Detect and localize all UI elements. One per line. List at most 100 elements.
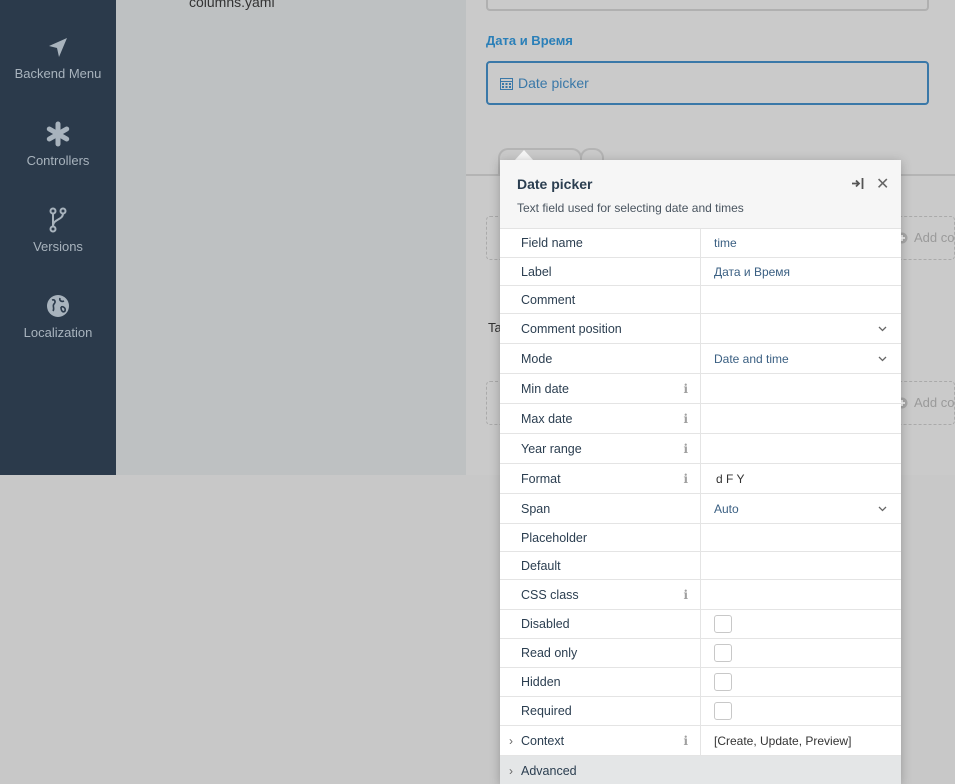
info-icon[interactable]: i [683,588,688,602]
previous-field-input[interactable] [486,0,929,11]
prop-row-comment: Comment [500,286,901,314]
required-cell [701,697,901,725]
add-control-link-2[interactable]: Add co [896,395,954,410]
sidebar-item-versions[interactable]: Versions [0,207,116,254]
chevron-down-icon [878,356,887,361]
info-icon[interactable]: i [683,472,688,486]
prop-label: Mode [500,344,701,373]
datetime-field-label: Дата и Время [486,33,573,48]
prop-label: Year range i [500,434,701,463]
mode-select[interactable]: Date and time [701,344,901,373]
read-only-checkbox[interactable] [714,644,732,662]
comment-position-select[interactable] [701,314,901,343]
select-value: Date and time [714,351,789,366]
prop-label: Comment position [500,314,701,343]
popover-description: Text field used for selecting date and t… [517,201,744,215]
prop-label: Disabled [500,610,701,638]
sidebar-item-localization[interactable]: Localization [0,293,116,340]
prop-label: CSS class i [500,580,701,609]
required-checkbox[interactable] [714,702,732,720]
disabled-checkbox[interactable] [714,615,732,633]
read-only-cell [701,639,901,667]
globe-icon [47,295,69,317]
prop-row-min-date: Min date i [500,374,901,404]
prop-label-text: Advanced [521,763,577,778]
info-icon[interactable]: i [683,442,688,456]
hidden-cell [701,668,901,696]
sidebar-item-label: Backend Menu [14,66,102,81]
prop-row-comment-position: Comment position [500,314,901,344]
min-date-input[interactable] [701,374,901,403]
file-list-panel: columns.yaml [116,0,466,475]
prop-label: Placeholder [500,524,701,551]
default-input[interactable] [701,552,901,579]
prop-row-field-name: Field name time [500,229,901,258]
add-control-link-1[interactable]: Add co [896,230,954,245]
popover-title: Date picker [517,176,593,192]
navigation-arrow-icon [49,38,67,57]
placeholder-input[interactable] [701,524,901,551]
prop-label: Hidden [500,668,701,696]
branch-icon [49,207,67,233]
prop-row-placeholder: Placeholder [500,524,901,552]
prop-row-hidden: Hidden [500,668,901,697]
pin-icon[interactable] [851,177,865,193]
prop-row-context[interactable]: › Context i [Create, Update, Preview] [500,726,901,756]
context-value[interactable]: [Create, Update, Preview] [701,726,901,755]
format-input[interactable]: d F Y [701,464,901,493]
comment-input[interactable] [701,286,901,313]
sidebar-item-label: Controllers [26,153,90,168]
prop-label: Read only [500,639,701,667]
field-name-input[interactable]: time [701,229,901,257]
css-class-input[interactable] [701,580,901,609]
chevron-right-icon[interactable]: › [509,734,513,748]
date-picker-control[interactable]: Date picker [486,61,929,105]
prop-row-format: Format i d F Y [500,464,901,494]
prop-label: Required [500,697,701,725]
close-icon[interactable]: ✕ [876,174,889,194]
prop-row-mode: Mode Date and time [500,344,901,374]
chevron-down-icon [878,506,887,511]
prop-row-default: Default [500,552,901,580]
sidebar-item-backend-menu[interactable]: Backend Menu [0,36,116,81]
chevron-down-icon [878,326,887,331]
prop-label: › Context i [500,726,701,755]
info-icon[interactable]: i [683,412,688,426]
chevron-right-icon[interactable]: › [509,764,513,778]
add-control-label: Add co [914,395,955,410]
info-icon[interactable]: i [683,734,688,748]
info-icon[interactable]: i [683,382,688,396]
prop-label-text: Context [521,733,565,748]
sidebar-item-label: Versions [33,239,83,254]
prop-label: Field name [500,229,701,257]
sidebar-item-label: Localization [23,325,93,340]
advanced-value [701,756,901,784]
max-date-input[interactable] [701,404,901,433]
label-input[interactable]: Дата и Время [701,258,901,285]
date-picker-text: Date picker [518,75,589,91]
prop-row-year-range: Year range i [500,434,901,464]
hidden-checkbox[interactable] [714,673,732,691]
year-range-input[interactable] [701,434,901,463]
select-value: Auto [714,501,739,516]
prop-row-disabled: Disabled [500,610,901,639]
prop-label-text: Format [521,471,561,486]
sidebar: Backend Menu Controllers Versions Locali… [0,0,116,475]
prop-label: Format i [500,464,701,493]
prop-label-text: Min date [521,381,569,396]
popover-header: Date picker Text field used for selectin… [500,160,901,229]
prop-row-max-date: Max date i [500,404,901,434]
span-select[interactable]: Auto [701,494,901,523]
prop-row-read-only: Read only [500,639,901,668]
prop-row-advanced[interactable]: › Advanced [500,756,901,784]
sidebar-item-controllers[interactable]: Controllers [0,121,116,168]
prop-label: Default [500,552,701,579]
prop-row-css-class: CSS class i [500,580,901,610]
prop-label-text: Max date [521,411,573,426]
file-item-columns-yaml[interactable]: columns.yaml [189,0,275,10]
prop-label-text: CSS class [521,587,579,602]
prop-label-text: Year range [521,441,582,456]
prop-label: Label [500,258,701,285]
prop-label: Min date i [500,374,701,403]
prop-label: Comment [500,286,701,313]
